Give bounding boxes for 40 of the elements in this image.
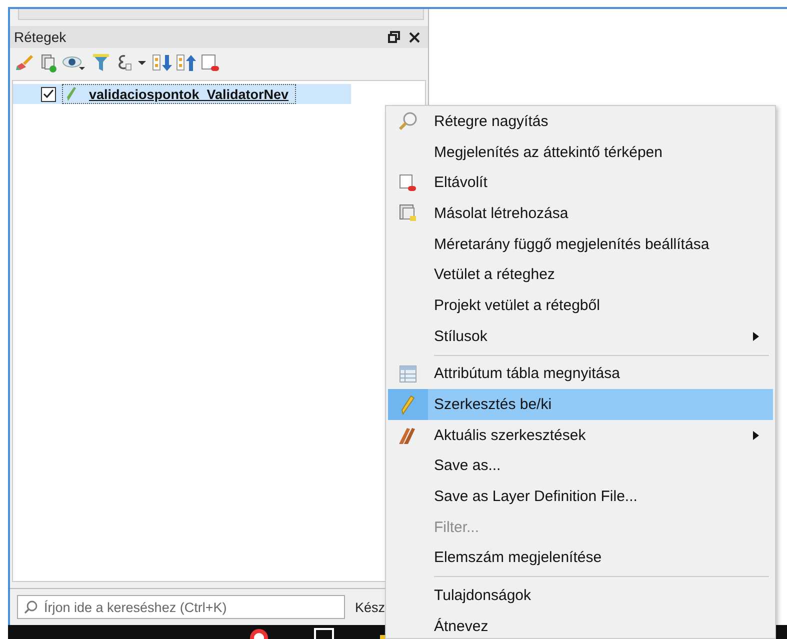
menu-item[interactable]: Save as... (388, 450, 773, 482)
app-icon[interactable] (248, 627, 270, 639)
window-icon[interactable] (313, 625, 335, 639)
menu-item[interactable]: Megjelenítés az áttekintő térképen (388, 136, 773, 168)
table-icon (399, 364, 417, 383)
checkbox[interactable] (41, 86, 56, 102)
menu-item[interactable]: Save as Layer Definition File... (388, 481, 773, 512)
collapse-all-icon[interactable] (176, 53, 196, 73)
menu-item[interactable]: Projekt vetület a rétegből (388, 290, 773, 321)
menu-item[interactable]: Aktuális szerkesztések (388, 420, 773, 451)
remove-layer-icon[interactable] (200, 53, 220, 73)
duplicate-layer-icon (399, 204, 417, 222)
menu-item[interactable]: Másolat létrehozása (388, 198, 773, 229)
eye-icon[interactable] (62, 54, 88, 72)
pencil-icon (65, 86, 77, 102)
menu-item[interactable]: Eltávolít (388, 167, 773, 198)
menu-item[interactable]: Elemszám megjelenítése (388, 542, 773, 574)
menu-item[interactable]: Átnevez (388, 611, 773, 638)
layer-item[interactable]: validaciospontok_ValidatorNev (62, 84, 296, 104)
status-text: Kész (355, 600, 386, 614)
menu-item[interactable]: Stílusok (388, 320, 773, 352)
expand-all-icon[interactable] (152, 53, 172, 73)
float-icon[interactable] (388, 31, 400, 43)
menu-item[interactable]: Tulajdonságok (388, 580, 773, 611)
menu-item[interactable]: Attribútum tábla megnyitása (388, 358, 773, 390)
pencils-icon (398, 425, 418, 446)
scrollbar[interactable] (18, 9, 424, 20)
search-field[interactable]: Írjon ide a kereséshez (Ctrl+K) (17, 595, 345, 619)
panel-title: Rétegek (14, 29, 66, 45)
pencil-icon (401, 394, 415, 415)
magnifier-icon (398, 111, 418, 132)
brush-icon[interactable] (14, 54, 34, 72)
menu-item[interactable]: Vetület a réteghez (388, 259, 773, 290)
close-icon[interactable] (409, 32, 420, 42)
remove-layer-icon (399, 174, 417, 192)
filter-icon[interactable] (92, 53, 110, 73)
menu-item[interactable]: Szerkesztés be/ki (388, 389, 773, 420)
menu-item[interactable]: Rétegre nagyítás (388, 106, 773, 137)
menu-item[interactable]: Méretarány függő megjelenítés beállítása (388, 228, 773, 260)
search-icon (24, 600, 38, 614)
